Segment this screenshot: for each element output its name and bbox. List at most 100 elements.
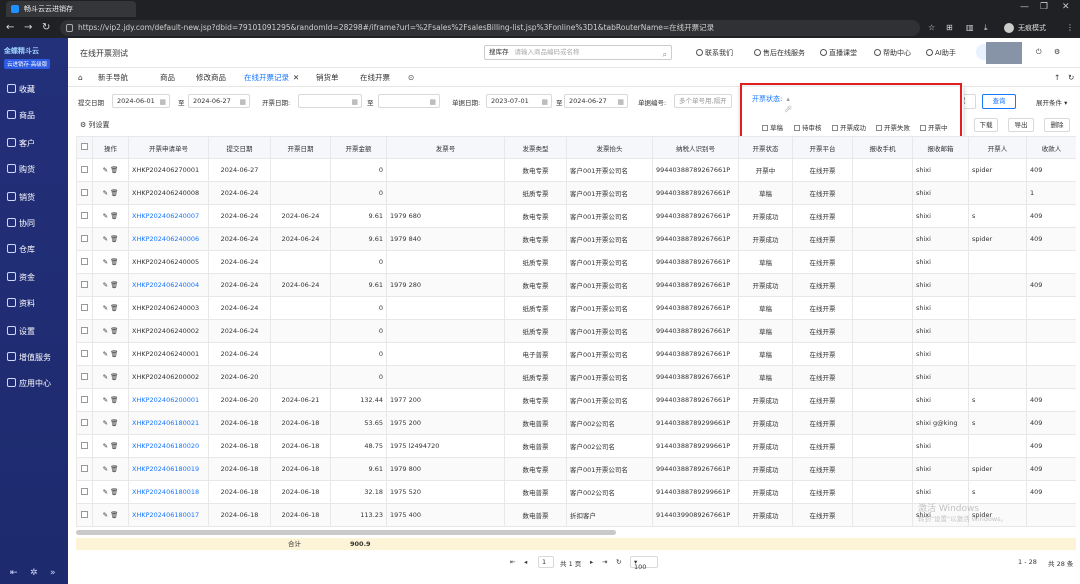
sidebar-item-funds[interactable]: 资金: [0, 268, 68, 288]
account-avatar-blurred[interactable]: [986, 42, 1022, 64]
download-button[interactable]: 下载: [974, 118, 998, 132]
row-checkbox[interactable]: [76, 319, 93, 343]
back-icon[interactable]: ←: [6, 20, 14, 36]
col-email[interactable]: 报收邮箱: [912, 136, 969, 159]
trash-icon[interactable]: 🗑: [110, 212, 118, 220]
row-checkbox[interactable]: [76, 204, 93, 228]
edit-icon[interactable]: ✎: [103, 350, 108, 358]
refresh-page-icon[interactable]: ↻: [616, 558, 621, 566]
trash-icon[interactable]: 🗑: [110, 419, 118, 427]
edit-icon[interactable]: ✎: [103, 465, 108, 473]
trash-icon[interactable]: 🗑: [110, 304, 118, 312]
after-sales-link[interactable]: 售后在线服务: [754, 48, 805, 58]
star-icon[interactable]: ☆: [928, 21, 935, 35]
sidebar-item-data[interactable]: 资料: [0, 294, 68, 314]
edit-icon[interactable]: ✎: [103, 304, 108, 312]
table-row[interactable]: ✎ 🗑 XHKP202406240008 2024-06-24 0 纸质专票 客户001开…: [76, 181, 1076, 205]
table-row[interactable]: ✎ 🗑 XHKP202406180018 2024-06-18 2024-06-18 3…: [76, 480, 1076, 504]
row-checkbox[interactable]: [76, 342, 93, 366]
edit-icon[interactable]: ✎: [103, 258, 108, 266]
edit-icon[interactable]: ✎: [103, 235, 108, 243]
collapse-icon[interactable]: ⇤: [10, 568, 18, 578]
trash-icon[interactable]: 🗑: [110, 488, 118, 496]
table-row[interactable]: ✎ 🗑 XHKP202406240007 2024-06-24 2024-06-24 9…: [76, 204, 1076, 228]
refresh-icon[interactable]: ↻: [1068, 72, 1074, 84]
sidebar-item-apps[interactable]: 应用中心: [0, 374, 68, 394]
cell-apply-no[interactable]: XHKP202406240006: [128, 227, 209, 251]
trash-icon[interactable]: 🗑: [110, 281, 118, 289]
col-amount[interactable]: 开票金额: [330, 136, 387, 159]
table-row[interactable]: ✎ 🗑 XHKP202406200002 2024-06-20 0 纸质专票 客户001开…: [76, 365, 1076, 389]
sidebar-item-collab[interactable]: 协同: [0, 214, 68, 234]
edit-icon[interactable]: ✎: [103, 511, 108, 519]
prev-page-icon[interactable]: ◂: [524, 558, 527, 566]
forward-icon[interactable]: →: [24, 20, 32, 36]
cell-apply-no[interactable]: XHKP202406180021: [128, 411, 209, 435]
cell-apply-no[interactable]: XHKP202406180019: [128, 457, 209, 481]
cell-apply-no[interactable]: XHKP202406240004: [128, 273, 209, 297]
stock-search-input[interactable]: 搜库存 请输入商品编码或名称 ⌕: [484, 45, 672, 60]
submit-date-to[interactable]: 2024-06-27 ▦: [188, 94, 250, 108]
row-checkbox[interactable]: [76, 434, 93, 458]
power-icon[interactable]: ⏻: [1036, 48, 1042, 57]
edit-icon[interactable]: ✎: [103, 488, 108, 496]
tab-invoice-records[interactable]: 在线开票记录 ✕: [244, 72, 299, 84]
sidebar-item-customers[interactable]: 客户: [0, 134, 68, 154]
col-phone[interactable]: 报收手机: [852, 136, 913, 159]
horizontal-scrollbar[interactable]: [76, 530, 616, 535]
page-size-select[interactable]: 100 ▾: [630, 556, 658, 571]
scroll-top-icon[interactable]: ↑: [1054, 72, 1060, 84]
cell-apply-no[interactable]: XHKP202406180020: [128, 434, 209, 458]
page-input[interactable]: 1: [538, 556, 554, 568]
column-settings-button[interactable]: ⚙ 列设置: [80, 120, 110, 130]
submit-date-from[interactable]: 2024-06-01 ▦: [112, 94, 170, 108]
query-button[interactable]: 查询: [982, 94, 1016, 109]
edit-icon[interactable]: ✎: [103, 396, 108, 404]
help-center-link[interactable]: 帮助中心: [874, 48, 911, 58]
invoice-date-from[interactable]: ▦: [298, 94, 362, 108]
export-button[interactable]: 导出: [1008, 118, 1034, 132]
trash-icon[interactable]: 🗑: [110, 396, 118, 404]
menu-icon[interactable]: ⋮: [1066, 21, 1074, 35]
row-checkbox[interactable]: [76, 503, 93, 527]
first-page-icon[interactable]: ⇤: [510, 558, 515, 566]
col-invoice-date[interactable]: 开票日期: [270, 136, 331, 159]
home-icon[interactable]: ⌂: [78, 72, 83, 84]
tab-edit-goods[interactable]: 修改商品: [196, 72, 226, 84]
table-row[interactable]: ✎ 🗑 XHKP202406240005 2024-06-24 0 纸质专票 客户001开…: [76, 250, 1076, 274]
doc-date-to[interactable]: 2024-06-27 ▦: [564, 94, 628, 108]
row-checkbox[interactable]: [76, 181, 93, 205]
cell-apply-no[interactable]: XHKP202406180017: [128, 503, 209, 527]
select-all-checkbox[interactable]: [76, 136, 93, 159]
reload-icon[interactable]: ↻: [42, 20, 50, 36]
row-checkbox[interactable]: [76, 296, 93, 320]
col-payee[interactable]: 收款人: [1026, 136, 1076, 159]
trash-icon[interactable]: 🗑: [110, 350, 118, 358]
trash-icon[interactable]: 🗑: [110, 189, 118, 197]
edit-icon[interactable]: ✎: [103, 327, 108, 335]
cell-apply-no[interactable]: XHKP202406240007: [128, 204, 209, 228]
row-checkbox[interactable]: [76, 250, 93, 274]
download-icon[interactable]: ⤓: [984, 21, 988, 35]
table-row[interactable]: ✎ 🗑 XHKP202406180019 2024-06-18 2024-06-18 9…: [76, 457, 1076, 481]
table-row[interactable]: ✎ 🗑 XHKP202406240006 2024-06-24 2024-06-24 9…: [76, 227, 1076, 251]
trash-icon[interactable]: 🗑: [110, 235, 118, 243]
col-invoice-title[interactable]: 发票抬头: [566, 136, 653, 159]
trash-icon[interactable]: 🗑: [110, 442, 118, 450]
trash-icon[interactable]: 🗑: [110, 465, 118, 473]
col-tax-id[interactable]: 纳税人识别号: [652, 136, 739, 159]
col-invoice-type[interactable]: 发票类型: [504, 136, 567, 159]
row-checkbox[interactable]: [76, 411, 93, 435]
minimize-icon[interactable]: —: [1020, 2, 1029, 12]
trash-icon[interactable]: 🗑: [110, 258, 118, 266]
trash-icon[interactable]: 🗑: [110, 327, 118, 335]
edit-icon[interactable]: ✎: [103, 419, 108, 427]
delete-button[interactable]: 删除: [1044, 118, 1070, 132]
col-invoice-no[interactable]: 发票号: [386, 136, 505, 159]
sidebar-item-goods[interactable]: 商品: [0, 106, 68, 126]
row-checkbox[interactable]: [76, 227, 93, 251]
browser-tab[interactable]: 畅斗云云进销存: [6, 1, 136, 17]
expand-conditions-button[interactable]: 展开条件 ▾: [1036, 97, 1067, 107]
trash-icon[interactable]: 🗑: [110, 511, 118, 519]
trash-icon[interactable]: 🗑: [110, 166, 118, 174]
